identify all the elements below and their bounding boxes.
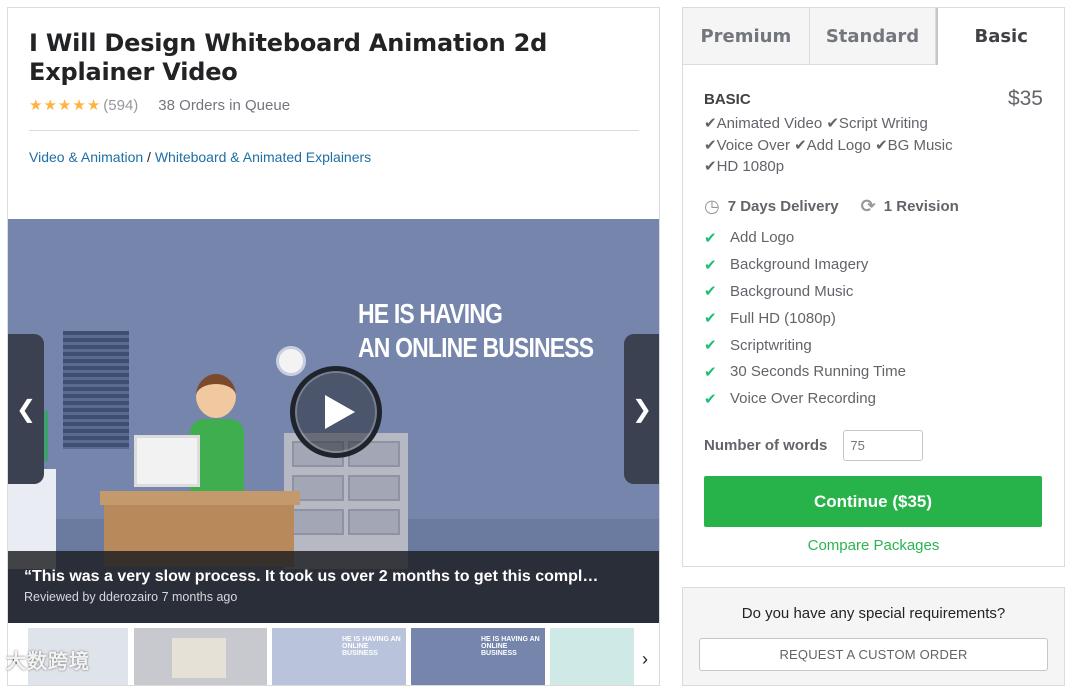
thumbnail-next-button[interactable]: ›	[642, 649, 648, 670]
video-scene-clock	[276, 346, 306, 376]
delivery-revision-row: ◷ 7 Days Delivery ⟳ 1 Revision	[704, 196, 1043, 217]
compare-packages-link[interactable]: Compare Packages	[704, 537, 1043, 554]
breadcrumb-category-link[interactable]: Video & Animation	[29, 149, 143, 165]
video-scene-monitor	[134, 435, 200, 487]
words-row: Number of words	[704, 430, 1043, 462]
feature-label: Voice Over Recording	[730, 390, 876, 408]
orders-in-queue: 38 Orders in Queue	[158, 97, 291, 114]
tab-premium[interactable]: Premium	[683, 8, 810, 65]
video-scene-desk-top	[100, 491, 300, 505]
play-icon	[325, 395, 355, 429]
breadcrumb-separator: /	[143, 149, 155, 165]
package-name: BASIC	[704, 91, 751, 108]
feature-label: Background Music	[730, 282, 854, 300]
clock-icon: ◷	[704, 195, 720, 216]
feature-item: ✔ Voice Over Recording	[704, 385, 1043, 412]
gig-overview-card: I Will Design Whiteboard Animation 2d Ex…	[7, 7, 660, 686]
previous-slide-button[interactable]: ❮	[8, 334, 44, 484]
thumbnail[interactable]: HE IS HAVING AN ONLINE BUSINESS	[411, 628, 545, 685]
special-requirements-title: Do you have any special requirements?	[741, 605, 1006, 622]
thumbnail[interactable]	[550, 628, 634, 685]
continue-button[interactable]: Continue ($35)	[704, 476, 1042, 528]
special-requirements-card: Do you have any special requirements? RE…	[682, 587, 1065, 686]
check-icon: ✔	[704, 337, 717, 355]
tab-standard[interactable]: Standard	[809, 8, 937, 65]
check-icon: ✔	[704, 229, 717, 247]
breadcrumb-subcategory-link[interactable]: Whiteboard & Animated Explainers	[155, 149, 371, 165]
star-icon: ★	[43, 97, 57, 114]
package-body: BASIC $35 ✔Animated Video ✔Script Writin…	[683, 65, 1064, 554]
check-icon: ✔	[704, 283, 717, 301]
revision-count: 1 Revision	[883, 197, 959, 215]
package-header: BASIC $35	[704, 85, 1043, 111]
refresh-icon: ⟳	[860, 195, 876, 216]
gig-title: I Will Design Whiteboard Animation 2d Ex…	[29, 29, 548, 86]
check-icon: ✔	[704, 390, 717, 408]
video-headline-line1: HE IS HAVING	[358, 298, 503, 329]
thumbnail-caption: HE IS HAVING AN ONLINE BUSINESS	[481, 636, 540, 657]
video-scene-drawer	[348, 475, 400, 501]
video-headline-line2: AN ONLINE BUSINESS	[358, 332, 594, 363]
feature-label: 30 Seconds Running Time	[730, 363, 906, 381]
play-button[interactable]	[290, 366, 382, 458]
next-slide-button[interactable]: ❯	[624, 334, 659, 484]
feature-item: ✔ Add Logo	[704, 225, 1043, 252]
package-description-line: ✔Animated Video ✔Script Writing	[704, 115, 928, 132]
video-scene-window-blinds	[63, 331, 129, 449]
package-description-line: ✔Voice Over ✔Add Logo ✔BG Music	[704, 136, 953, 154]
chevron-left-icon: ❮	[15, 395, 37, 423]
thumbnail-caption: HE IS HAVING AN ONLINE BUSINESS	[342, 636, 401, 657]
feature-item: ✔ Scriptwriting	[704, 332, 1043, 359]
video-scene-person-head	[196, 374, 236, 418]
chevron-right-icon: ❯	[631, 395, 653, 423]
thumbnail-strip: HE IS HAVING AN ONLINE BUSINESS HE IS HA…	[8, 627, 659, 685]
feature-label: Background Imagery	[730, 256, 869, 274]
check-icon: ✔	[704, 310, 717, 328]
feature-list: ✔ Add Logo ✔ Background Imagery ✔ Backgroun…	[704, 225, 1043, 413]
star-icon: ★	[72, 97, 86, 114]
feature-item: ✔ Background Imagery	[704, 251, 1043, 278]
feature-label: Scriptwriting	[730, 336, 812, 354]
package-card: Premium Standard Basic BASIC $35 ✔Animat…	[682, 7, 1065, 567]
check-icon: ✔	[704, 256, 717, 274]
feature-item: ✔ Background Music	[704, 278, 1043, 305]
video-scene-drawer	[292, 509, 344, 535]
video-scene-drawer	[348, 509, 400, 535]
request-custom-order-button[interactable]: REQUEST A CUSTOM ORDER	[699, 638, 1048, 671]
thumbnail[interactable]	[134, 628, 267, 685]
feature-label: Add Logo	[730, 229, 795, 247]
gig-video-player[interactable]: HE IS HAVING AN ONLINE BUSINESS ❮ ❯ “Thi…	[8, 219, 659, 623]
feature-label: Full HD (1080p)	[730, 309, 836, 327]
delivery-time: 7 Days Delivery	[727, 197, 839, 215]
watermark-logo: 大数跨境	[6, 651, 90, 673]
rating-count[interactable]: (594)	[103, 97, 138, 114]
feature-item: ✔ 30 Seconds Running Time	[704, 358, 1043, 385]
star-icon: ★	[57, 97, 72, 114]
divider	[29, 130, 639, 131]
tab-basic[interactable]: Basic	[936, 8, 1065, 65]
review-meta: Reviewed by dderozairo 7 months ago	[24, 590, 238, 604]
words-input[interactable]	[843, 430, 924, 462]
package-tabs: Premium Standard Basic	[683, 8, 1065, 65]
breadcrumb: Video & Animation / Whiteboard & Animate…	[29, 149, 371, 165]
star-icon: ★	[86, 97, 101, 114]
feature-item: ✔ Full HD (1080p)	[704, 305, 1043, 332]
thumbnail[interactable]: HE IS HAVING AN ONLINE BUSINESS	[272, 628, 406, 685]
thumbnail-art	[172, 638, 226, 678]
package-description: ✔Animated Video ✔Script Writing ✔Voice O…	[704, 113, 984, 178]
star-rating: ★ ★ ★ ★ ★	[29, 98, 100, 113]
video-headline: HE IS HAVING AN ONLINE BUSINESS	[358, 297, 594, 365]
check-icon: ✔	[704, 363, 717, 381]
review-quote: “This was a very slow process. It took u…	[24, 568, 599, 585]
review-overlay: “This was a very slow process. It took u…	[8, 551, 659, 623]
words-label: Number of words	[704, 437, 828, 455]
chevron-right-icon: ›	[642, 649, 648, 669]
rating-row: ★ ★ ★ ★ ★ (594) 38 Orders in Queue	[29, 97, 290, 114]
package-price: $35	[1007, 87, 1043, 110]
package-description-line: ✔HD 1080p	[704, 158, 785, 175]
star-icon: ★	[29, 97, 43, 114]
